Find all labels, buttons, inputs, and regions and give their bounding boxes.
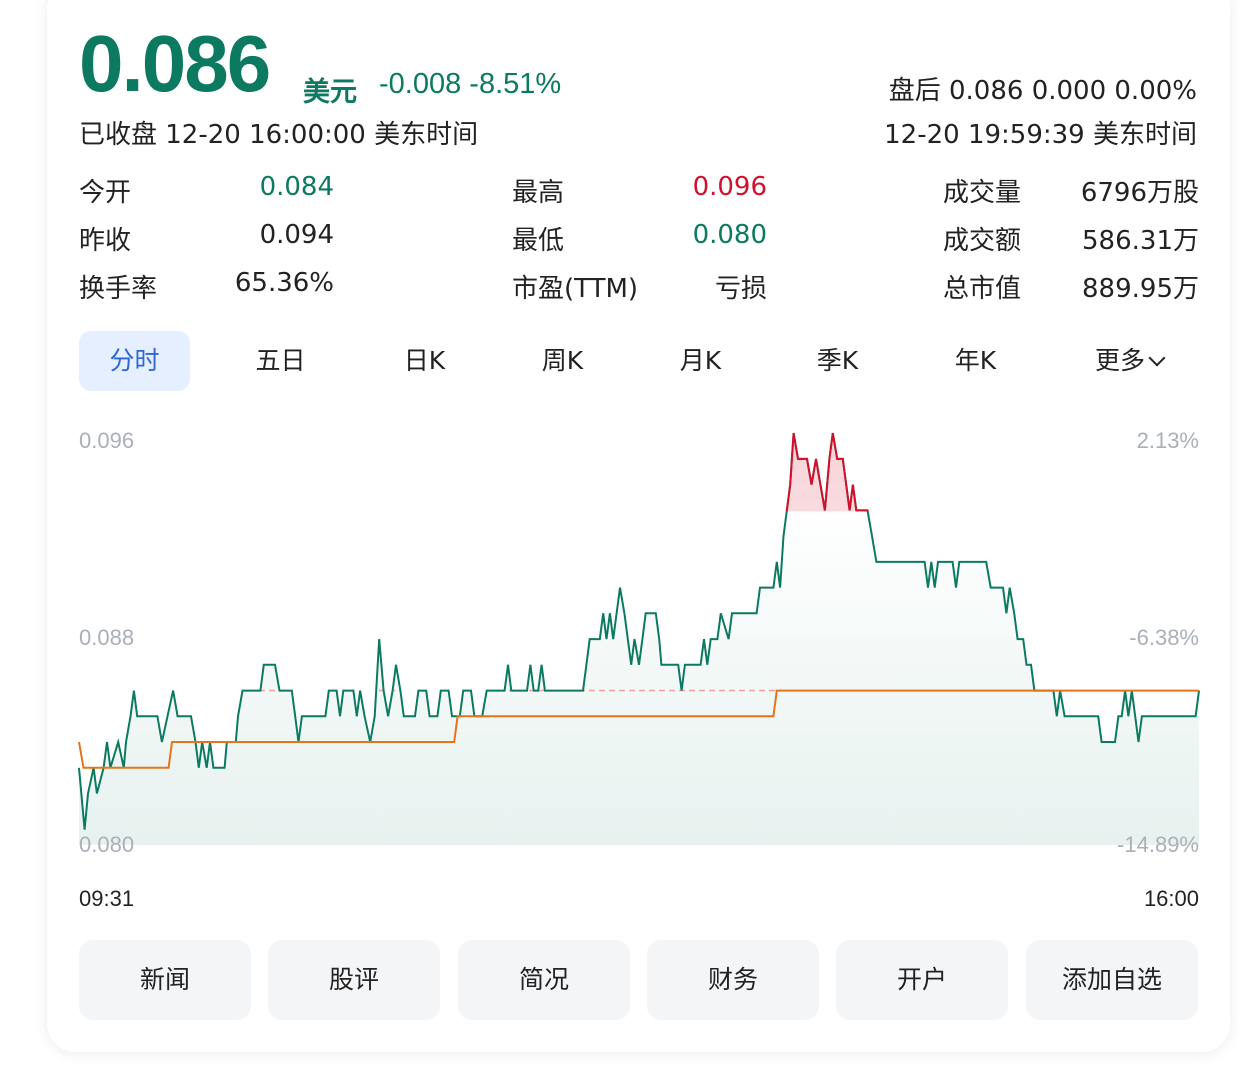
news-button[interactable]: 新闻 [79,940,251,1020]
open-account-button[interactable]: 开户 [836,940,1008,1020]
y-left-tick-bottom: 0.080 [79,832,135,857]
x-start-time: 09:31 [79,886,135,911]
y-right-tick-bottom: -14.89% [1117,832,1199,857]
intraday-chart [78,432,1200,845]
reviews-button[interactable]: 股评 [268,940,440,1020]
y-left-tick-mid: 0.088 [79,625,135,650]
profile-button[interactable]: 简况 [458,940,630,1020]
y-left-tick-top: 0.096 [79,428,135,453]
financials-button[interactable]: 财务 [647,940,819,1020]
y-right-tick-mid: -6.38% [1129,625,1199,650]
x-end-time: 16:00 [1143,886,1199,911]
add-watchlist-button[interactable]: 添加自选 [1026,940,1198,1020]
y-right-tick-top: 2.13% [1136,428,1199,453]
